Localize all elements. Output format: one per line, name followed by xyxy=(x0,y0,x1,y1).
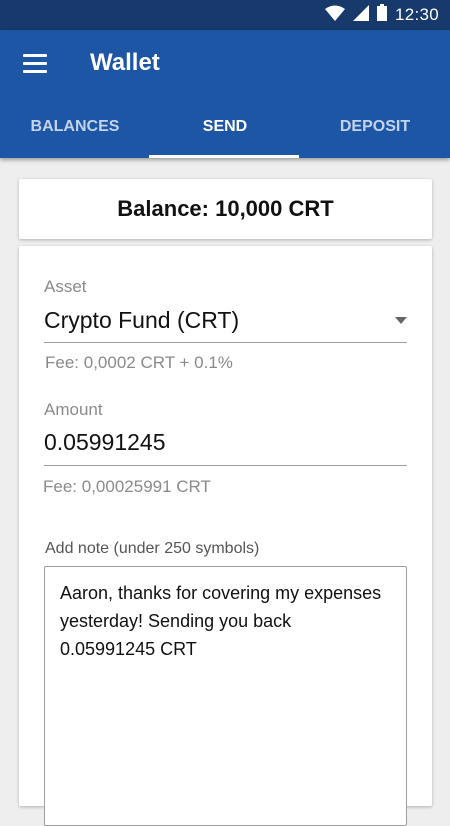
status-bar: 12:30 xyxy=(0,0,450,30)
send-form-card: Asset Crypto Fund (CRT) Fee: 0,0002 CRT … xyxy=(19,246,432,826)
wifi-icon xyxy=(324,5,345,26)
tab-send[interactable]: SEND xyxy=(150,98,300,158)
active-tab-indicator xyxy=(149,155,299,158)
status-time: 12:30 xyxy=(394,5,439,24)
tab-bar: BALANCES SEND DEPOSIT xyxy=(0,98,450,158)
signal-icon xyxy=(352,4,369,26)
balance-card: Balance: 10,000 CRT xyxy=(19,179,432,239)
app-title: Wallet xyxy=(90,49,160,76)
asset-underline xyxy=(44,342,407,343)
balance-text: Balance: 10,000 CRT xyxy=(117,196,334,221)
battery-icon xyxy=(376,4,387,26)
asset-label: Asset xyxy=(44,277,87,296)
note-label: Add note (under 250 symbols) xyxy=(45,540,260,557)
app-bar: Wallet BALANCES SEND DEPOSIT xyxy=(0,30,450,158)
amount-label: Amount xyxy=(44,400,103,419)
tab-deposit[interactable]: DEPOSIT xyxy=(300,98,450,158)
tab-balances[interactable]: BALANCES xyxy=(0,98,150,158)
amount-underline xyxy=(44,465,407,466)
menu-icon[interactable] xyxy=(23,54,47,74)
asset-select[interactable]: Crypto Fund (CRT) xyxy=(44,307,239,334)
dropdown-arrow-icon[interactable] xyxy=(395,317,407,324)
amount-input[interactable]: 0.05991245 xyxy=(44,429,166,456)
amount-fee: Fee: 0,00025991 CRT xyxy=(43,477,211,496)
note-textarea[interactable]: Aaron, thanks for covering my expenses y… xyxy=(44,566,407,826)
asset-fee: Fee: 0,0002 CRT + 0.1% xyxy=(45,353,233,372)
